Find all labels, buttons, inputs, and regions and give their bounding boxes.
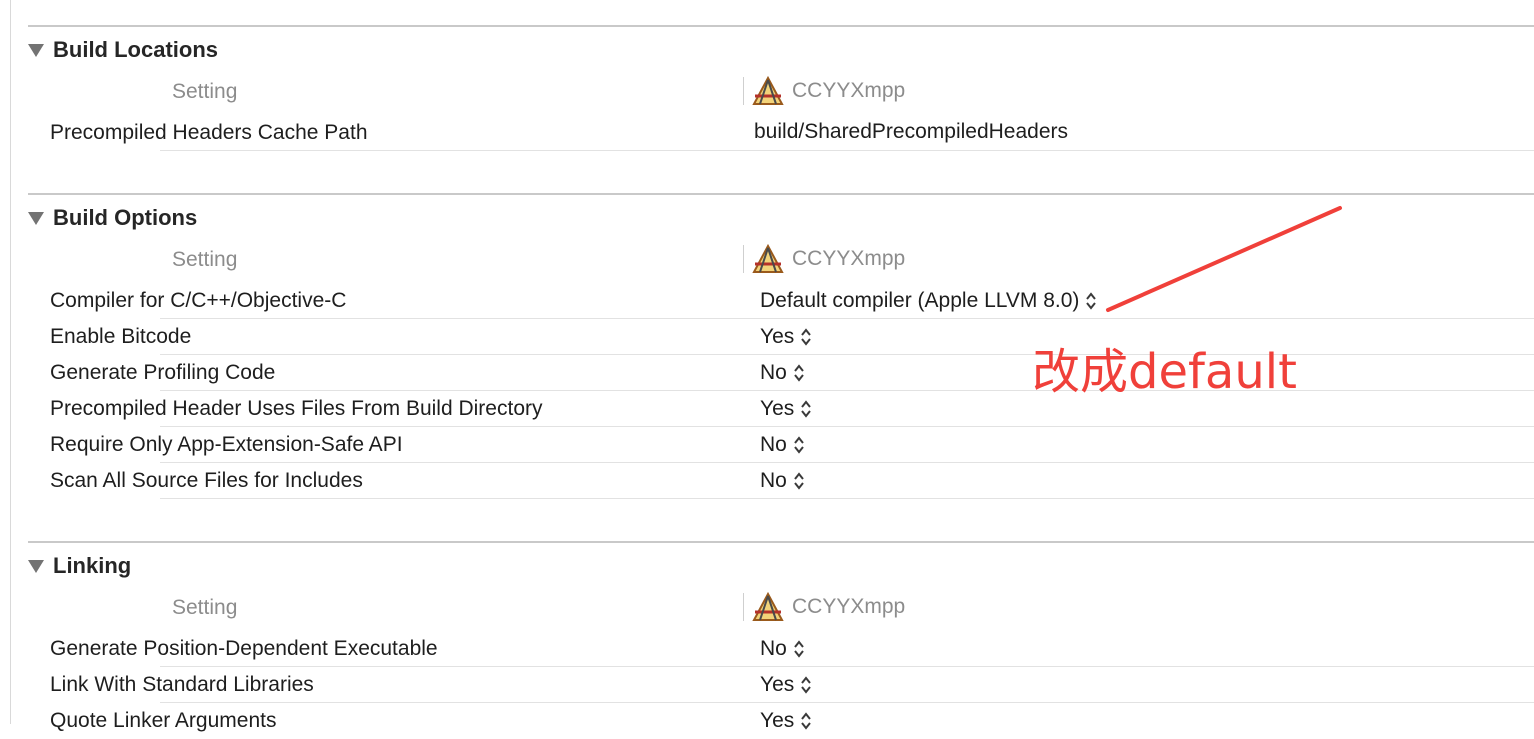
annotation-text: 改成default [1032,344,1297,400]
annotation-arrow [1106,206,1342,312]
